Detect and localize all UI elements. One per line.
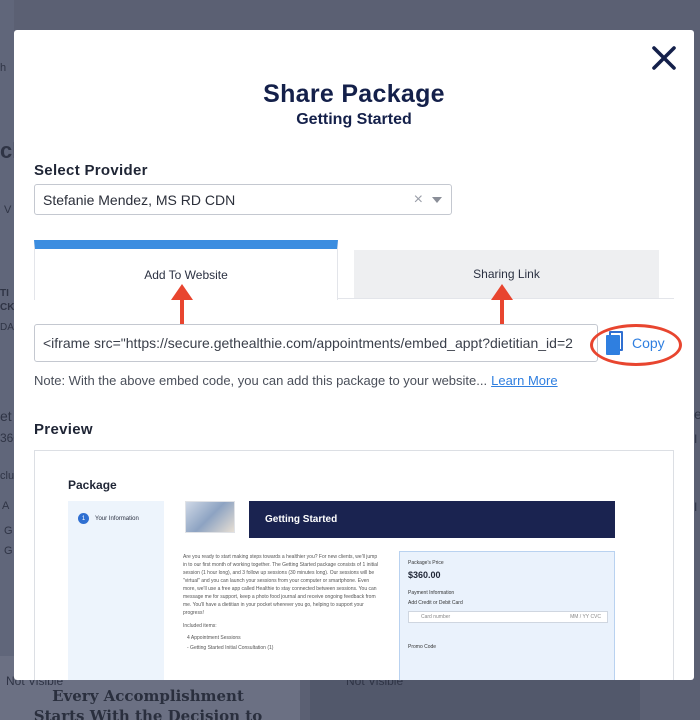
- clear-selection-icon[interactable]: ×: [414, 191, 423, 209]
- learn-more-link[interactable]: Learn More: [491, 373, 557, 388]
- embed-note: Note: With the above embed code, you can…: [34, 373, 558, 388]
- background-text: I: [694, 432, 698, 446]
- copy-button[interactable]: Copy: [606, 329, 672, 357]
- background-text: G: [4, 525, 13, 537]
- background-text: clu: [0, 470, 15, 482]
- background-text: A: [2, 500, 10, 512]
- preview-label: Preview: [34, 421, 93, 438]
- background-text: et: [0, 408, 12, 424]
- embed-code-input[interactable]: [34, 324, 598, 362]
- card-number-field: Card number MM / YY CVC: [408, 611, 608, 623]
- preview-description: Are you ready to start making steps towa…: [183, 554, 379, 616]
- step-label: Your Information: [95, 515, 139, 522]
- background-text: DA: [0, 322, 14, 333]
- payment-info-label: Payment Information: [408, 590, 455, 596]
- provider-select-value: Stefanie Mendez, MS RD CDN: [43, 191, 236, 208]
- modal-subtitle: Getting Started: [296, 111, 412, 128]
- preview-included-item: - Getting Started Initial Consultation (…: [187, 645, 274, 651]
- background-text: G: [4, 545, 13, 557]
- price-label: Package's Price: [408, 560, 444, 566]
- background-text: I: [694, 500, 698, 514]
- background-text: et: [694, 406, 700, 422]
- preview-package-image: [185, 501, 235, 533]
- step-number: 1: [78, 513, 89, 524]
- preview-included-title: Included items:: [183, 623, 217, 629]
- background-text: h: [0, 62, 7, 74]
- card-label: Add Credit or Debit Card: [408, 600, 463, 606]
- preview-heading: Package: [68, 478, 117, 492]
- select-provider-label: Select Provider: [34, 162, 148, 179]
- chevron-down-icon[interactable]: [432, 197, 442, 203]
- background-quote: Every Accomplishment Starts With the Dec…: [33, 687, 263, 720]
- preview-banner: Getting Started: [249, 501, 615, 538]
- price-value: $360.00: [408, 570, 441, 580]
- preview-steps-sidebar: 1 Your Information: [68, 501, 164, 680]
- close-button[interactable]: [648, 42, 680, 74]
- preview-price-panel: Package's Price $360.00 Payment Informat…: [399, 551, 615, 680]
- copy-label: Copy: [632, 335, 665, 351]
- background-text: TI: [0, 288, 9, 299]
- promo-code-label: Promo Code: [408, 644, 437, 650]
- package-preview: Package 1 Your Information Getting Start…: [34, 450, 674, 680]
- copy-icon: [606, 331, 624, 355]
- preview-step: 1 Your Information: [78, 513, 139, 524]
- modal-title: Share Package: [263, 80, 445, 108]
- background-sidebar: [0, 0, 14, 720]
- preview-included-item: 4 Appointment Sessions: [187, 635, 241, 641]
- share-package-modal: Share Package Getting Started Select Pro…: [14, 30, 694, 680]
- close-icon: [652, 46, 676, 70]
- provider-select[interactable]: Stefanie Mendez, MS RD CDN ×: [34, 184, 452, 215]
- background-text: V: [4, 204, 12, 216]
